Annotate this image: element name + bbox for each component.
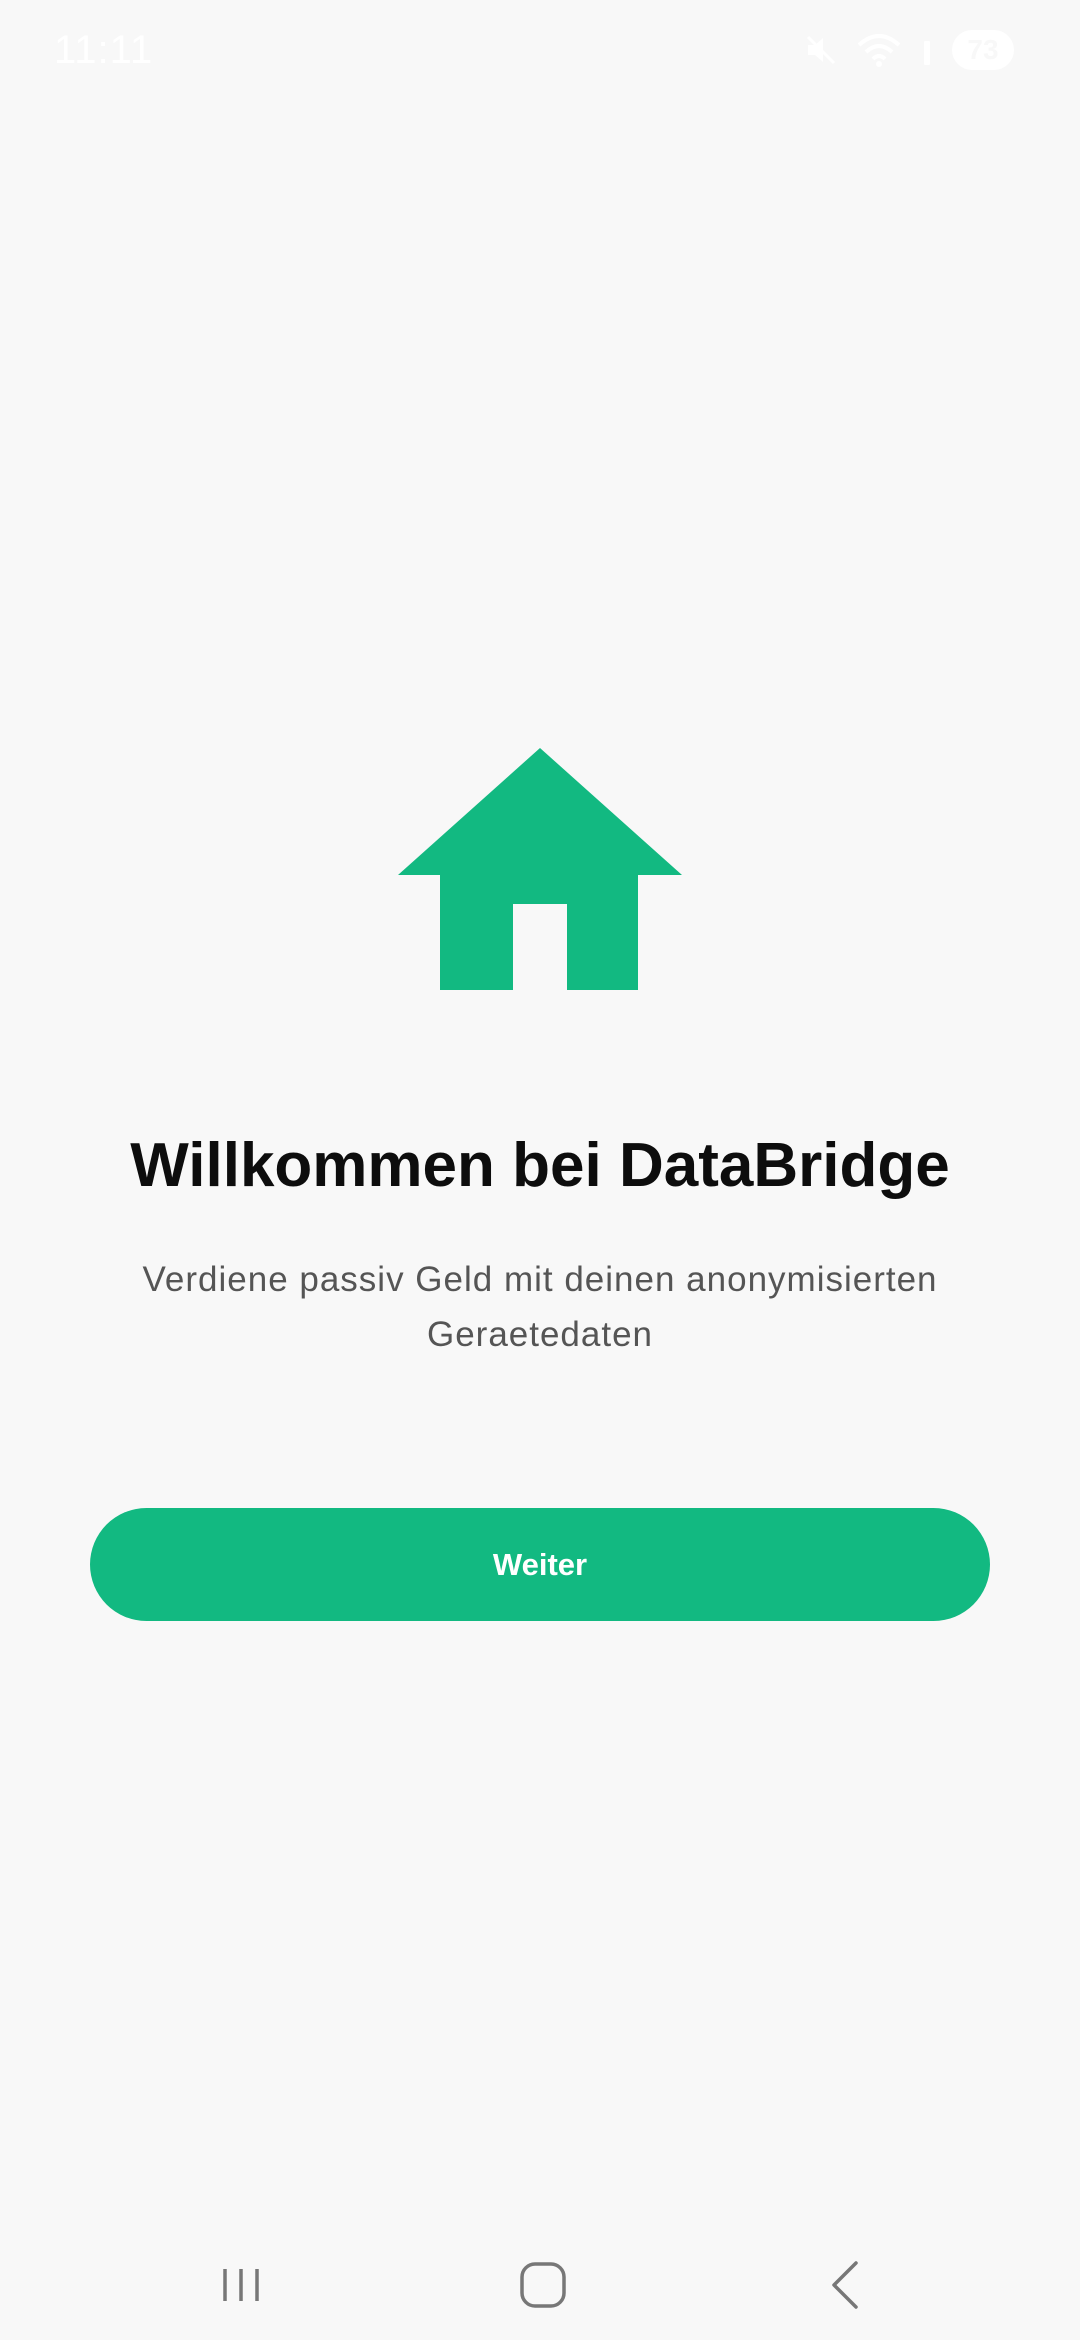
battery-indicator: 73 bbox=[952, 30, 1014, 70]
battery-level: 73 bbox=[967, 34, 999, 65]
home-icon bbox=[398, 748, 682, 990]
welcome-screen: 11:11 73 Willkommen bei DataBridge Verdi… bbox=[0, 0, 1080, 2340]
navigation-bar bbox=[0, 2220, 1080, 2340]
mute-icon bbox=[804, 33, 838, 67]
back-icon[interactable] bbox=[786, 2240, 906, 2330]
continue-button[interactable]: Weiter bbox=[90, 1508, 990, 1621]
recent-apps-icon[interactable] bbox=[181, 2240, 301, 2330]
status-time: 11:11 bbox=[54, 28, 154, 72]
welcome-title: Willkommen bei DataBridge bbox=[130, 1131, 950, 1200]
welcome-subtitle: Verdiene passiv Geld mit deinen anonymis… bbox=[142, 1260, 938, 1354]
signal-icon bbox=[920, 33, 934, 67]
wifi-icon bbox=[856, 33, 902, 67]
status-icons: 73 bbox=[804, 30, 1014, 70]
status-bar: 11:11 73 bbox=[0, 0, 1080, 100]
home-button-icon[interactable] bbox=[483, 2240, 603, 2330]
